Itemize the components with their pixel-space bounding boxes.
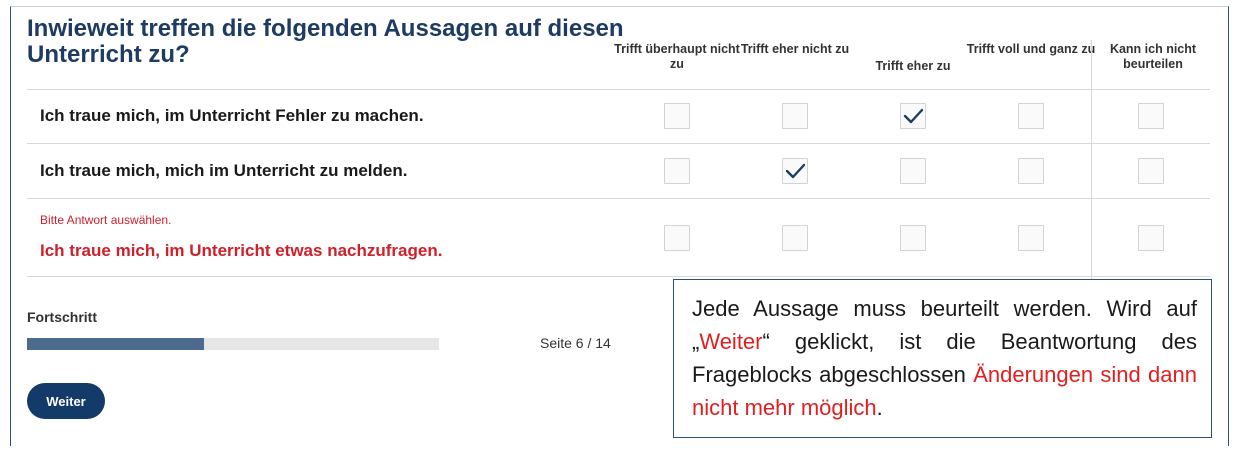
checkbox-row1-col3[interactable] — [900, 103, 926, 129]
column-header-4: Trifft voll und ganz zu — [966, 42, 1096, 56]
checkbox-row2-col2[interactable] — [782, 158, 808, 184]
statement-1: Ich traue mich, im Unterricht Fehler zu … — [40, 106, 424, 125]
annotation-text: . — [876, 395, 883, 420]
column-header-5: Kann ich nicht beurteilen — [1109, 42, 1197, 71]
row-divider — [27, 89, 1210, 90]
column-header-3: Trifft eher zu — [875, 59, 951, 73]
checkmark-icon — [903, 108, 924, 124]
checkbox-row1-col2[interactable] — [782, 103, 808, 129]
checkbox-row3-col5[interactable] — [1138, 225, 1164, 251]
checkbox-row3-col2[interactable] — [782, 225, 808, 251]
weiter-button[interactable]: Weiter — [27, 383, 105, 419]
row-divider — [27, 143, 1210, 144]
checkbox-row3-col3[interactable] — [900, 225, 926, 251]
checkbox-row3-col4[interactable] — [1018, 225, 1044, 251]
column-header-1: Trifft überhaupt nicht zu — [614, 42, 740, 71]
checkbox-row3-col1[interactable] — [664, 225, 690, 251]
checkbox-row2-col4[interactable] — [1018, 158, 1044, 184]
annotation-weiter: Weiter — [699, 329, 763, 354]
statement-3: Ich traue mich, im Unterricht etwas nach… — [40, 241, 443, 260]
checkmark-icon — [785, 163, 806, 179]
question-title: Inwieweit treffen die folgenden Aussagen… — [27, 15, 624, 68]
checkbox-row1-col5[interactable] — [1138, 103, 1164, 129]
checkbox-row2-col5[interactable] — [1138, 158, 1164, 184]
statement-2: Ich traue mich, mich im Unterricht zu me… — [40, 161, 408, 180]
progress-label: Fortschritt — [27, 309, 97, 325]
checkbox-row2-col1[interactable] — [664, 158, 690, 184]
annotation-callout: Jede Aussage muss beurteilt werden. Wird… — [673, 279, 1212, 438]
progress-bar — [27, 338, 439, 350]
progress-bar-fill — [27, 338, 205, 350]
row-divider — [27, 198, 1210, 199]
column-header-2: Trifft eher nicht zu — [740, 42, 850, 56]
page-indicator: Seite 6 / 14 — [540, 335, 611, 351]
column-divider — [1091, 40, 1092, 280]
row-divider — [27, 276, 1210, 277]
error-message: Bitte Antwort auswählen. — [40, 213, 172, 227]
checkbox-row2-col3[interactable] — [900, 158, 926, 184]
checkbox-row1-col1[interactable] — [664, 103, 690, 129]
checkbox-row1-col4[interactable] — [1018, 103, 1044, 129]
